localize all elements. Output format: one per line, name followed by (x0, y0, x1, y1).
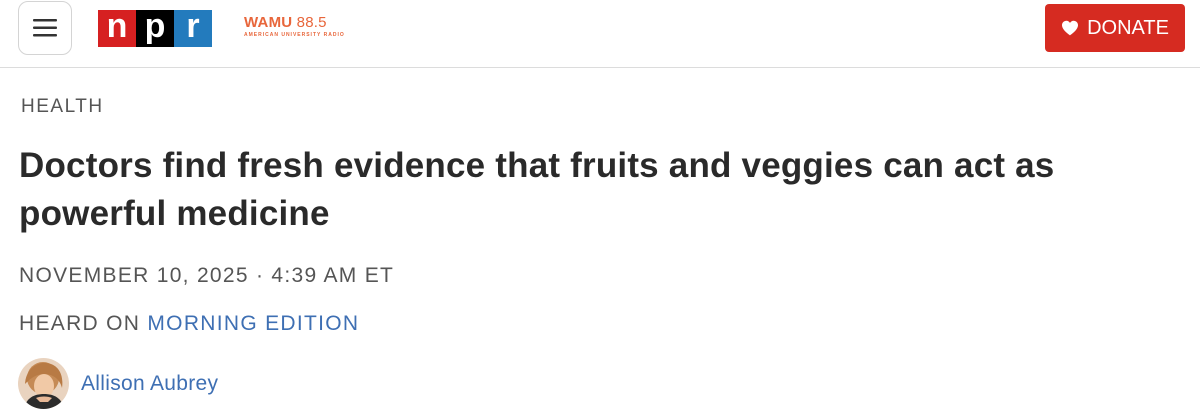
station-name-line: WAMU 88.5 (244, 15, 345, 31)
station-tagline: AMERICAN UNIVERSITY RADIO (244, 32, 345, 38)
donate-button[interactable]: DONATE (1045, 4, 1185, 52)
show-link[interactable]: MORNING EDITION (147, 312, 359, 335)
section-label[interactable]: HEALTH (21, 96, 104, 118)
station-frequency: 88.5 (296, 14, 327, 31)
npr-logo-p: p (136, 8, 174, 47)
author-link[interactable]: Allison Aubrey (81, 372, 218, 396)
npr-logo-n: n (98, 8, 136, 47)
byline: Allison Aubrey (18, 358, 218, 409)
heard-on-prefix: HEARD ON (19, 312, 141, 335)
station-logo[interactable]: WAMU 88.5 AMERICAN UNIVERSITY RADIO (244, 15, 345, 39)
heard-on: HEARD ON MORNING EDITION (19, 312, 359, 336)
author-photo (18, 358, 69, 409)
npr-logo[interactable]: n p r (98, 8, 212, 47)
hamburger-menu-icon (33, 19, 57, 37)
menu-button[interactable] (18, 1, 72, 55)
article-dateline: NOVEMBER 10, 2025 · 4:39 AM ET (19, 264, 395, 287)
site-header: n p r WAMU 88.5 AMERICAN UNIVERSITY RADI… (0, 0, 1200, 68)
station-name: WAMU (244, 14, 293, 31)
donate-label: DONATE (1087, 16, 1169, 39)
author-avatar[interactable] (18, 358, 69, 409)
heart-icon (1062, 20, 1079, 36)
article-headline: Doctors find fresh evidence that fruits … (19, 146, 1055, 233)
npr-logo-r: r (174, 8, 212, 47)
